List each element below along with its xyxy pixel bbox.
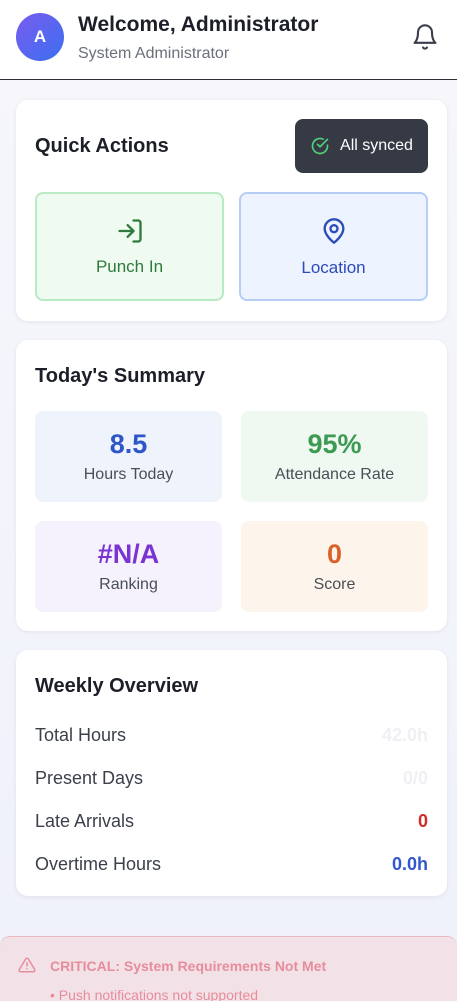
ranking-value: #N/A (97, 539, 160, 569)
warning-icon (18, 957, 36, 973)
hours-today-stat: 8.5 Hours Today (35, 411, 222, 502)
ranking-label: Ranking (99, 576, 158, 593)
sync-status-label: All synced (340, 137, 413, 154)
hours-today-label: Hours Today (83, 466, 174, 483)
weekly-row-label: Total Hours (35, 725, 127, 745)
critical-alert-banner[interactable]: CRITICAL: System Requirements Not Met • … (0, 936, 457, 1001)
attendance-rate-value: 95% (307, 429, 362, 459)
sync-status-badge[interactable]: All synced (295, 119, 428, 173)
check-circle-icon (311, 137, 329, 155)
quick-actions-title: Quick Actions (35, 135, 169, 157)
todays-summary-title: Today's Summary (35, 365, 205, 387)
weekly-row-label: Present Days (35, 768, 144, 788)
location-button[interactable]: Location (239, 192, 428, 301)
user-role: System Administrator (78, 45, 230, 62)
critical-alert-text: CRITICAL: System Requirements Not Met (50, 958, 327, 974)
quick-actions-card: Quick Actions All synced Punch In Locati… (16, 100, 447, 321)
weekly-row-present-days: Present Days 0/0 (35, 768, 428, 792)
weekly-overview-title: Weekly Overview (35, 675, 199, 697)
ranking-stat: #N/A Ranking (35, 521, 222, 612)
weekly-row-label: Late Arrivals (35, 811, 135, 831)
attendance-rate-label: Attendance Rate (274, 466, 395, 483)
app-header: A Welcome, Administrator System Administ… (0, 0, 457, 80)
weekly-overview-card: Weekly Overview Total Hours 42.0h Presen… (16, 650, 447, 896)
attendance-rate-stat: 95% Attendance Rate (241, 411, 428, 502)
map-pin-icon (323, 217, 344, 244)
score-value: 0 (326, 539, 343, 569)
punch-in-label: Punch In (95, 256, 164, 276)
location-label: Location (301, 257, 366, 277)
weekly-row-value: 0.0h (391, 854, 428, 874)
critical-alert-detail: • Push notifications not supported (50, 987, 259, 1001)
score-label: Score (313, 576, 356, 593)
weekly-row-overtime-hours: Overtime Hours 0.0h (35, 854, 428, 878)
avatar[interactable]: A (16, 13, 64, 61)
score-stat: 0 Score (241, 521, 428, 612)
login-arrow-icon (117, 218, 142, 243)
weekly-row-total-hours: Total Hours 42.0h (35, 725, 428, 749)
weekly-row-late-arrivals: Late Arrivals 0 (35, 811, 428, 835)
weekly-row-value: 0 (417, 811, 428, 831)
notifications-button[interactable] (411, 22, 439, 52)
welcome-title: Welcome, Administrator (78, 13, 319, 36)
weekly-row-value: 0/0 (402, 768, 428, 788)
punch-in-button[interactable]: Punch In (35, 192, 224, 301)
weekly-row-value: 42.0h (381, 725, 428, 745)
todays-summary-card: Today's Summary 8.5 Hours Today 95% Atte… (16, 340, 447, 631)
weekly-row-label: Overtime Hours (35, 854, 162, 874)
bell-icon (413, 24, 437, 50)
hours-today-value: 8.5 (109, 429, 148, 459)
